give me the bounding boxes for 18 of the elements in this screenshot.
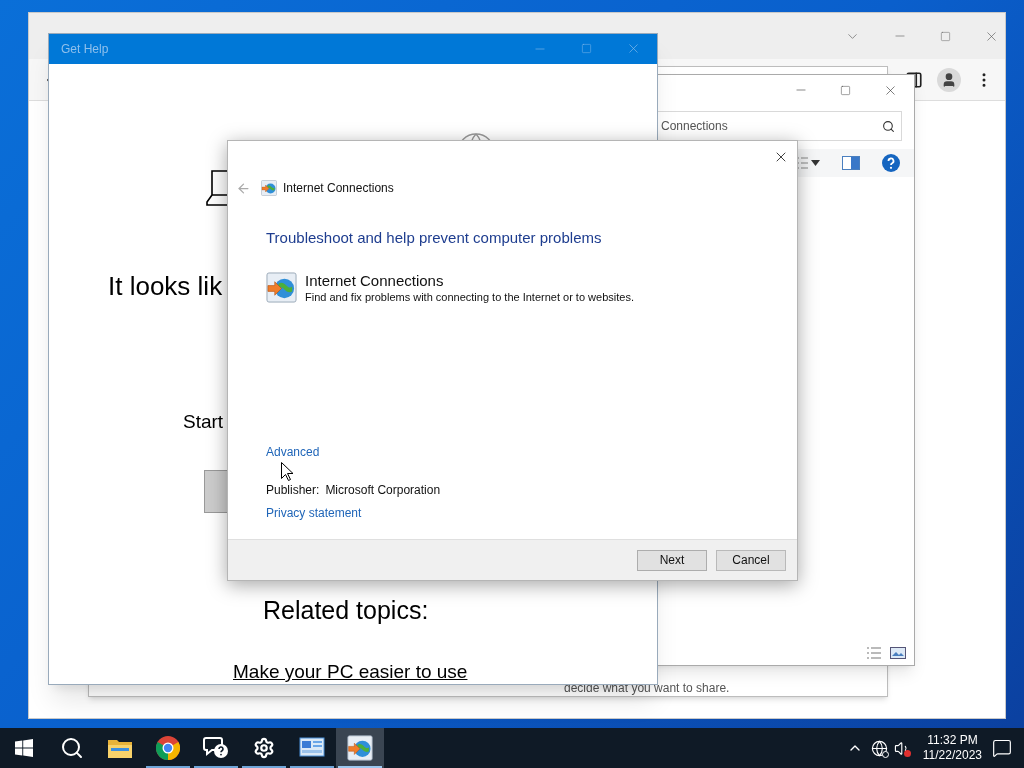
footer-text: decide what you want to share. bbox=[564, 681, 730, 695]
prompt-text: Start bbox=[183, 409, 224, 434]
window-title: Get Help bbox=[61, 40, 109, 58]
item-description: Find and fix problems with connecting to the Internet or to websites. bbox=[305, 289, 634, 305]
related-topics-heading: Related topics: bbox=[263, 595, 429, 625]
cancel-button[interactable]: Cancel bbox=[716, 549, 786, 571]
next-button[interactable]: Next bbox=[637, 549, 707, 571]
item-title: Internet Connections bbox=[305, 271, 445, 290]
publisher-label: Publisher: bbox=[266, 482, 320, 499]
related-topic-link[interactable]: Make your PC easier to use bbox=[233, 660, 468, 684]
privacy-link[interactable]: Privacy statement bbox=[266, 504, 362, 522]
dialog-heading: Troubleshoot and help prevent computer problems bbox=[266, 228, 603, 248]
clock-time[interactable]: 11:32 PM bbox=[927, 733, 978, 748]
advanced-link[interactable]: Advanced bbox=[266, 443, 320, 461]
heading-text: It looks lik bbox=[108, 269, 223, 302]
breadcrumb-title: Internet Connections bbox=[283, 180, 394, 197]
clock-date[interactable]: 11/22/2023 bbox=[922, 748, 982, 763]
publisher-name: Microsoft Corporation bbox=[325, 482, 441, 499]
